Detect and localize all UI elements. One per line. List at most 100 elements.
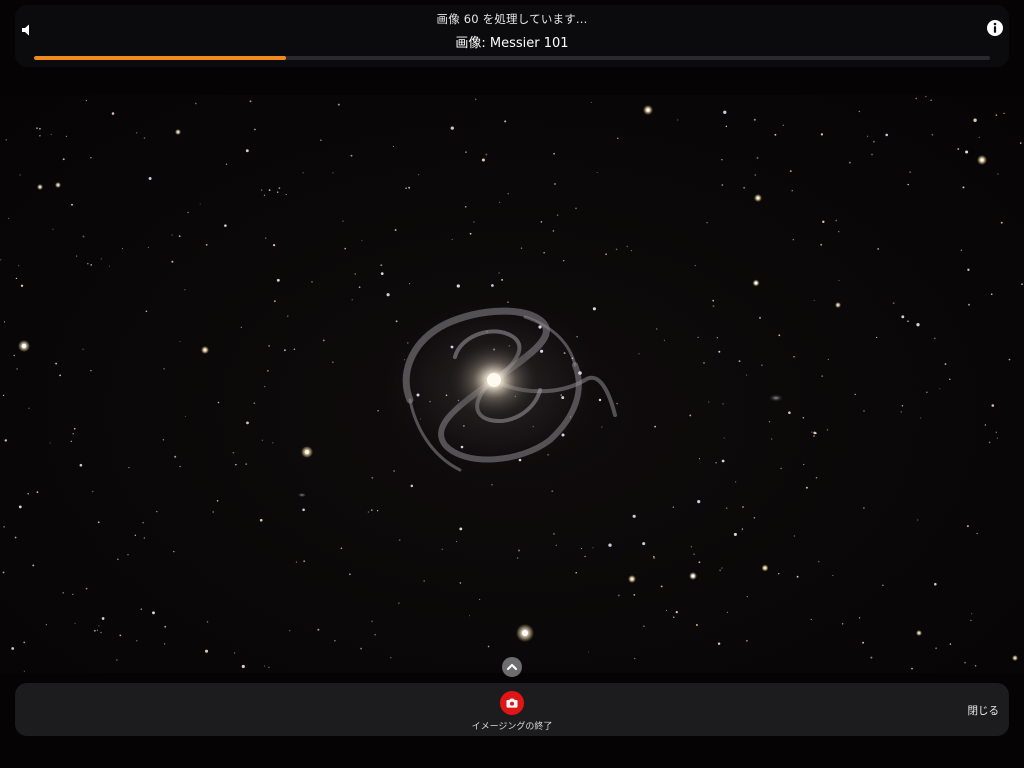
background-star [743,187,745,189]
background-star [520,247,523,249]
background-star [199,203,201,205]
info-icon[interactable] [986,19,1004,37]
background-star [351,299,353,301]
background-star [263,665,265,667]
background-star [392,145,394,147]
background-star [36,127,38,130]
background-star [560,394,562,396]
background-star [143,537,145,539]
processing-status-text: 画像 60 を処理しています... [436,12,588,26]
processing-status-panel: 画像 60 を処理しています... 画像: Messier 101 [15,5,1009,67]
background-star [302,508,305,512]
background-star [16,368,18,370]
background-star [770,438,773,440]
imaging-screen: 画像 60 を処理しています... 画像: Messier 101 イメージング… [0,0,1024,768]
background-star [782,124,785,127]
background-star [171,260,174,263]
background-star [532,426,534,428]
background-star [827,358,829,360]
background-star [815,432,817,435]
background-star [127,553,129,556]
background-star [708,401,710,403]
background-star [778,334,781,337]
background-star [240,326,242,328]
background-star [605,253,607,256]
background-star [90,264,92,266]
background-star [551,490,554,493]
background-star [778,573,780,575]
background-star [380,272,384,275]
background-star [978,136,980,138]
background-star [289,630,291,632]
chevron-up-icon [506,663,518,671]
background-star [656,328,658,330]
background-star [155,510,158,513]
background-star [920,417,922,419]
background-star [332,172,334,174]
background-star [349,573,351,576]
expand-panel-button[interactable] [502,657,522,677]
background-star [997,173,999,175]
background-star [224,224,227,227]
background-star [184,415,186,418]
background-star [398,602,400,604]
background-star [858,110,860,113]
background-star [90,369,92,372]
background-star [13,354,15,357]
background-star [285,193,287,196]
background-star [27,492,29,495]
background-star [615,248,618,251]
background-star [966,525,969,528]
background-star [663,339,665,341]
background-star [789,170,792,173]
background-star [712,299,715,302]
background-star [487,645,490,648]
background-star [184,289,186,291]
background-star [838,231,840,233]
close-button[interactable]: 閉じる [968,703,1000,718]
background-star [547,454,549,456]
background-star [55,362,58,365]
background-star [556,214,559,216]
background-star [571,357,574,360]
background-star [832,574,834,577]
background-star [964,661,966,664]
background-star [142,522,144,524]
background-star [617,594,620,597]
background-star [371,620,373,623]
background-star [111,112,115,115]
background-star [995,431,998,434]
background-star [386,293,390,297]
background-star [909,171,911,173]
background-star [741,528,744,530]
background-star [272,243,276,247]
background-star [128,466,130,469]
background-star [85,587,88,590]
background-star [965,150,969,154]
background-star [917,519,919,521]
background-star [939,388,941,390]
background-star [407,342,409,344]
background-star [98,625,100,627]
background-star [241,664,245,669]
processing-progress-fill [34,56,287,60]
background-star [2,571,5,574]
background-star [90,157,92,159]
background-star [753,118,756,121]
background-star [638,353,640,355]
background-star [632,514,636,518]
background-star [915,97,918,100]
background-star [479,598,481,600]
background-star [690,546,693,548]
background-star [996,437,998,439]
background-star [233,652,236,654]
background-star [697,336,699,338]
background-star [65,135,68,138]
stop-imaging-button[interactable] [500,691,524,715]
background-star [719,569,721,572]
background-star [753,517,756,519]
background-star [14,536,17,539]
background-star [562,259,565,262]
background-star [408,186,411,189]
background-star [780,467,782,470]
